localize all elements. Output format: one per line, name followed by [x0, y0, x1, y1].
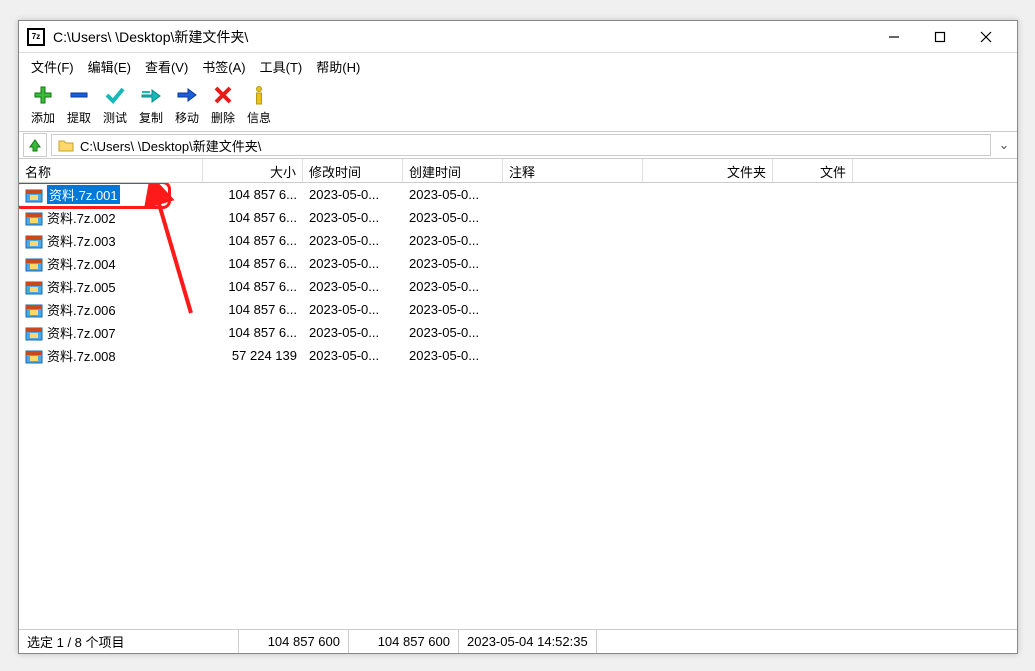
minus-icon: [67, 83, 91, 107]
header-name[interactable]: 名称: [19, 159, 203, 182]
file-name: 资料.7z.006: [47, 300, 116, 319]
file-name: 资料.7z.007: [47, 323, 116, 342]
path-text: C:\Users\ \Desktop\新建文件夹\: [80, 136, 261, 155]
file-modified: 2023-05-0...: [303, 346, 403, 365]
archive-icon: [25, 348, 43, 364]
file-created: 2023-05-0...: [403, 277, 503, 296]
test-button[interactable]: 测试: [97, 81, 133, 128]
move-arrow-icon: [175, 83, 199, 107]
window-title: C:\Users\ \Desktop\新建文件夹\: [53, 27, 871, 47]
titlebar: 7z C:\Users\ \Desktop\新建文件夹\: [19, 21, 1017, 53]
archive-icon: [25, 325, 43, 341]
status-size-1: 104 857 600: [239, 630, 349, 653]
add-button[interactable]: 添加: [25, 81, 61, 128]
file-modified: 2023-05-0...: [303, 277, 403, 296]
menu-tools[interactable]: 工具(T): [254, 54, 309, 79]
file-row[interactable]: 资料.7z.003104 857 6...2023-05-0...2023-05…: [19, 229, 1017, 252]
file-size: 104 857 6...: [203, 277, 303, 296]
file-created: 2023-05-0...: [403, 323, 503, 342]
header-folders[interactable]: 文件夹: [643, 159, 773, 182]
file-modified: 2023-05-0...: [303, 185, 403, 204]
file-created: 2023-05-0...: [403, 231, 503, 250]
file-row[interactable]: 资料.7z.005104 857 6...2023-05-0...2023-05…: [19, 275, 1017, 298]
move-button[interactable]: 移动: [169, 81, 205, 128]
file-size: 104 857 6...: [203, 300, 303, 319]
archive-icon: [25, 233, 43, 249]
archive-icon: [25, 210, 43, 226]
header-files[interactable]: 文件: [773, 159, 853, 182]
path-dropdown[interactable]: ⌄: [995, 137, 1013, 153]
file-created: 2023-05-0...: [403, 185, 503, 204]
maximize-button[interactable]: [917, 22, 963, 52]
menubar: 文件(F) 编辑(E) 查看(V) 书签(A) 工具(T) 帮助(H): [19, 53, 1017, 79]
plus-icon: [31, 83, 55, 107]
menu-view[interactable]: 查看(V): [139, 54, 194, 79]
check-icon: [103, 83, 127, 107]
pathbar: C:\Users\ \Desktop\新建文件夹\ ⌄: [19, 131, 1017, 159]
header-comment[interactable]: 注释: [503, 159, 643, 182]
file-created: 2023-05-0...: [403, 208, 503, 227]
file-row[interactable]: 资料.7z.002104 857 6...2023-05-0...2023-05…: [19, 206, 1017, 229]
app-icon: 7z: [27, 28, 45, 46]
path-input[interactable]: C:\Users\ \Desktop\新建文件夹\: [51, 134, 991, 156]
file-size: 104 857 6...: [203, 185, 303, 204]
header-created[interactable]: 创建时间: [403, 159, 503, 182]
header-size[interactable]: 大小: [203, 159, 303, 182]
column-headers: 名称 大小 修改时间 创建时间 注释 文件夹 文件: [19, 159, 1017, 183]
delete-button[interactable]: 删除: [205, 81, 241, 128]
file-size: 57 224 139: [203, 346, 303, 365]
file-created: 2023-05-0...: [403, 300, 503, 319]
close-button[interactable]: [963, 22, 1009, 52]
menu-help[interactable]: 帮助(H): [310, 54, 366, 79]
file-row[interactable]: 资料.7z.004104 857 6...2023-05-0...2023-05…: [19, 252, 1017, 275]
file-size: 104 857 6...: [203, 208, 303, 227]
status-selection: 选定 1 / 8 个项目: [19, 630, 239, 653]
archive-icon: [25, 279, 43, 295]
file-size: 104 857 6...: [203, 323, 303, 342]
file-name: 资料.7z.004: [47, 254, 116, 273]
file-created: 2023-05-0...: [403, 254, 503, 273]
menu-edit[interactable]: 编辑(E): [82, 54, 137, 79]
up-arrow-icon: [27, 137, 43, 153]
file-created: 2023-05-0...: [403, 346, 503, 365]
toolbar: 添加 提取 测试 复制 移动: [19, 79, 1017, 131]
menu-file[interactable]: 文件(F): [25, 54, 80, 79]
app-window: 7z C:\Users\ \Desktop\新建文件夹\ 文件(F) 编辑(E)…: [18, 20, 1018, 654]
file-modified: 2023-05-0...: [303, 323, 403, 342]
file-name: 资料.7z.002: [47, 208, 116, 227]
archive-icon: [25, 187, 43, 203]
header-modified[interactable]: 修改时间: [303, 159, 403, 182]
file-name: 资料.7z.001: [47, 185, 120, 204]
file-list[interactable]: 资料.7z.001104 857 6...2023-05-0...2023-05…: [19, 183, 1017, 629]
info-button[interactable]: 信息: [241, 81, 277, 128]
delete-x-icon: [211, 83, 235, 107]
file-name: 资料.7z.005: [47, 277, 116, 296]
copy-arrow-icon: [139, 83, 163, 107]
file-modified: 2023-05-0...: [303, 208, 403, 227]
file-name: 资料.7z.003: [47, 231, 116, 250]
folder-icon: [56, 135, 76, 155]
status-size-2: 104 857 600: [349, 630, 459, 653]
menu-bookmarks[interactable]: 书签(A): [196, 54, 251, 79]
up-button[interactable]: [23, 133, 47, 157]
file-row[interactable]: 资料.7z.007104 857 6...2023-05-0...2023-05…: [19, 321, 1017, 344]
file-row[interactable]: 资料.7z.001104 857 6...2023-05-0...2023-05…: [19, 183, 1017, 206]
file-modified: 2023-05-0...: [303, 300, 403, 319]
info-icon: [247, 83, 271, 107]
status-datetime: 2023-05-04 14:52:35: [459, 630, 597, 653]
file-row[interactable]: 资料.7z.006104 857 6...2023-05-0...2023-05…: [19, 298, 1017, 321]
file-row[interactable]: 资料.7z.00857 224 1392023-05-0...2023-05-0…: [19, 344, 1017, 367]
file-size: 104 857 6...: [203, 231, 303, 250]
file-modified: 2023-05-0...: [303, 231, 403, 250]
file-size: 104 857 6...: [203, 254, 303, 273]
archive-icon: [25, 256, 43, 272]
minimize-button[interactable]: [871, 22, 917, 52]
copy-button[interactable]: 复制: [133, 81, 169, 128]
archive-icon: [25, 302, 43, 318]
statusbar: 选定 1 / 8 个项目 104 857 600 104 857 600 202…: [19, 629, 1017, 653]
file-modified: 2023-05-0...: [303, 254, 403, 273]
file-name: 资料.7z.008: [47, 346, 116, 365]
extract-button[interactable]: 提取: [61, 81, 97, 128]
